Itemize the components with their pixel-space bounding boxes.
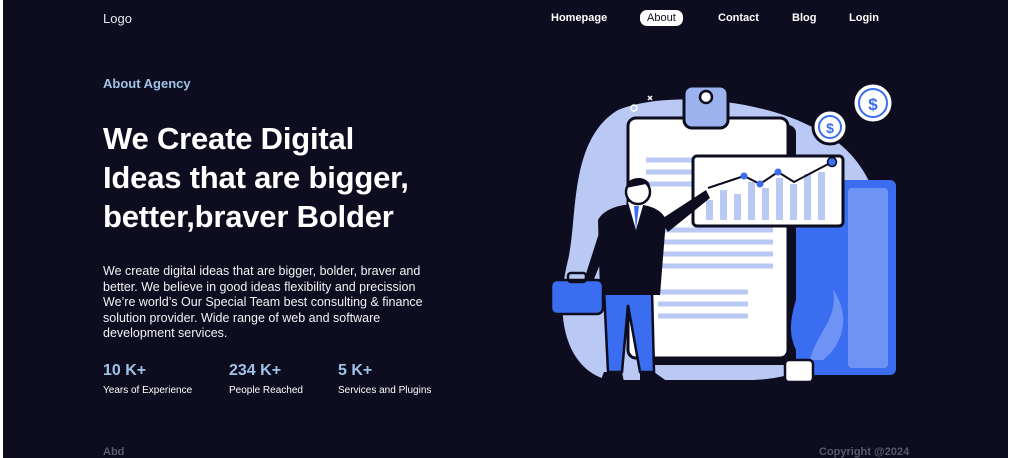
main-nav: Homepage About Contact Blog Login bbox=[3, 9, 1008, 29]
stat-value: 5 K+ bbox=[338, 362, 373, 379]
nav-blog[interactable]: Blog bbox=[792, 12, 816, 24]
stat-experience: 10 K+ Years of Experience bbox=[103, 362, 192, 396]
nav-about[interactable]: About bbox=[640, 10, 683, 26]
headline-line: better,braver Bolder bbox=[103, 199, 394, 234]
plant-pot bbox=[783, 358, 815, 384]
description-line: better. We believe in good ideas flexibi… bbox=[103, 279, 416, 294]
businessman-presenting-chart-illustration: $ $ bbox=[549, 81, 896, 384]
section-eyebrow: About Agency bbox=[103, 76, 191, 91]
coin-symbol: $ bbox=[826, 120, 834, 136]
nav-login[interactable]: Login bbox=[849, 12, 879, 24]
nav-contact[interactable]: Contact bbox=[718, 12, 759, 24]
side-panel-highlight bbox=[848, 188, 888, 368]
coin-symbol: $ bbox=[868, 95, 878, 114]
stat-label: Services and Plugins bbox=[338, 385, 432, 396]
nav-homepage[interactable]: Homepage bbox=[551, 12, 607, 24]
description-line: We create digital ideas that are bigger,… bbox=[103, 264, 421, 278]
headline-line: Ideas that are bigger, bbox=[103, 160, 409, 195]
stat-value: 234 K+ bbox=[229, 362, 282, 379]
stat-services: 5 K+ Services and Plugins bbox=[338, 362, 431, 396]
headline-line: We Create Digital bbox=[103, 121, 354, 156]
stat-people-reached: 234 K+ People Reached bbox=[229, 362, 303, 396]
footer-credit: Abd bbox=[103, 446, 125, 458]
stat-label: People Reached bbox=[229, 385, 303, 396]
hero-headline: We Create Digital Ideas that are bigger,… bbox=[103, 119, 463, 236]
footer-copyright: Copyright @2024 bbox=[819, 446, 910, 458]
sparkle-icon bbox=[647, 95, 653, 101]
about-page: Logo Homepage About Contact Blog Login A… bbox=[3, 0, 1008, 458]
description-line: We’re world’s Our Special Team best cons… bbox=[103, 295, 423, 309]
stat-label: Years of Experience bbox=[103, 385, 193, 396]
stat-value: 10 K+ bbox=[103, 362, 147, 379]
description-line: solution provider. Wide range of web and… bbox=[103, 310, 381, 325]
hero-description: We create digital ideas that are bigger,… bbox=[103, 264, 473, 342]
description-line: development services. bbox=[103, 326, 228, 340]
clipboard-clip-hole bbox=[698, 89, 714, 105]
